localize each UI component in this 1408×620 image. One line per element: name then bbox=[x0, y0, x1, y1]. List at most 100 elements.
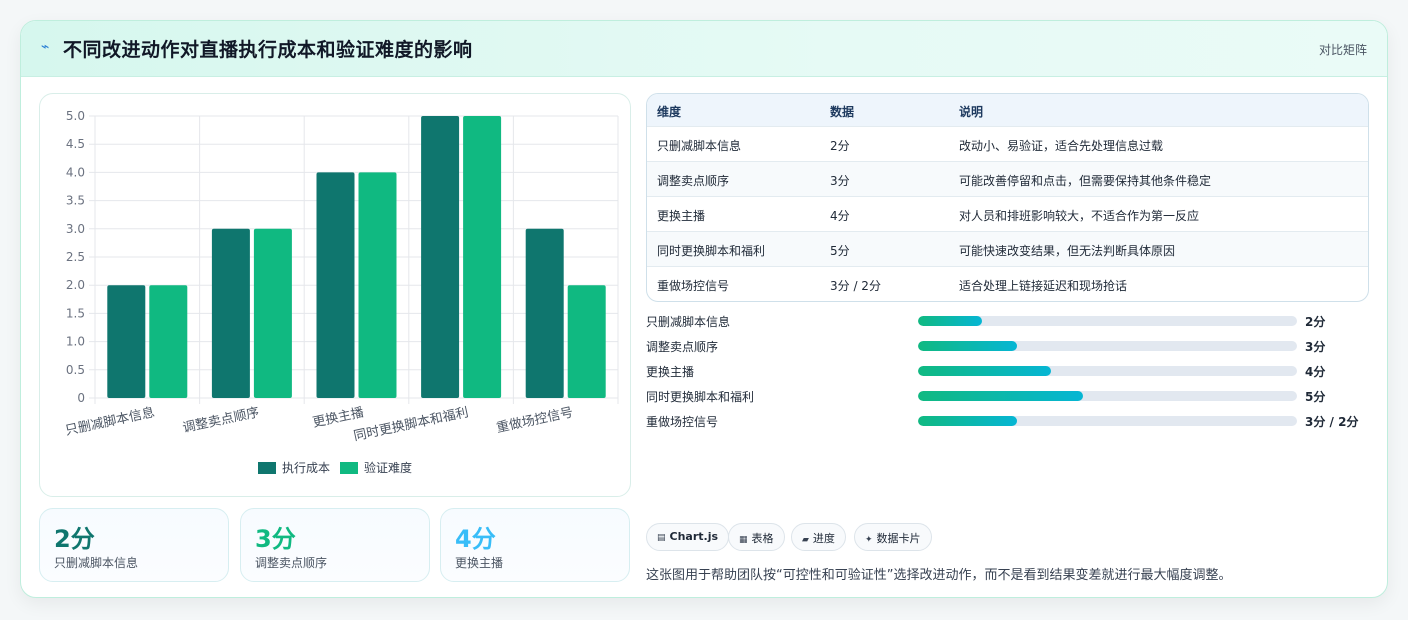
progress-value: 2分 bbox=[1305, 315, 1326, 329]
progress-track bbox=[918, 341, 1297, 351]
bar bbox=[149, 285, 188, 398]
chip-label: 进度 bbox=[812, 532, 835, 545]
x-tick-label: 只删减脚本信息 bbox=[64, 404, 156, 439]
chart-icon: ▤ bbox=[657, 533, 666, 543]
y-tick-label: 3.5 bbox=[66, 194, 85, 208]
footnote: 这张图用于帮助团队按“可控性和可验证性”选择改进动作，而不是看到结果变差就进行最… bbox=[646, 568, 1232, 583]
card-header: ⌁ 不同改进动作对直播执行成本和验证难度的影响 对比矩阵 bbox=[21, 21, 1387, 77]
chip-label: Chart.js bbox=[669, 530, 719, 543]
y-tick-label: 0 bbox=[77, 391, 85, 405]
table-row: 同时更换脚本和福利 5分 可能快速改变结果，但无法判断具体原因 bbox=[647, 232, 1368, 267]
bar bbox=[421, 116, 460, 398]
x-tick-label: 同时更换脚本和福利 bbox=[352, 404, 470, 444]
table-cell: 3分 bbox=[830, 174, 850, 188]
table-row: 调整卖点顺序 3分 可能改善停留和点击，但需要保持其他条件稳定 bbox=[647, 162, 1368, 197]
stat-value: 3分 bbox=[255, 525, 296, 553]
progress-row: 只删减脚本信息 2分 bbox=[646, 311, 1369, 331]
progress-label: 调整卖点顺序 bbox=[646, 340, 719, 354]
table-header-cell: 数据 bbox=[830, 105, 855, 119]
y-tick-label: 4.0 bbox=[66, 165, 85, 179]
chip-chartjs[interactable]: ▤ Chart.js bbox=[646, 523, 730, 551]
x-tick-label: 重做场控信号 bbox=[495, 404, 575, 436]
progress-fill bbox=[918, 391, 1083, 401]
chip-progress[interactable]: ▰ 进度 bbox=[791, 523, 846, 551]
bar bbox=[253, 228, 292, 398]
y-tick-label: 2.5 bbox=[66, 250, 85, 264]
table-row: 只删减脚本信息 2分 改动小、易验证，适合先处理信息过载 bbox=[647, 127, 1368, 162]
x-tick-label: 更换主播 bbox=[311, 405, 365, 430]
table-cell: 同时更换脚本和福利 bbox=[657, 244, 766, 258]
progress-fill bbox=[918, 366, 1051, 376]
table-cell: 3分 / 2分 bbox=[830, 279, 881, 293]
progress-value: 4分 bbox=[1305, 365, 1326, 379]
page-title: 不同改进动作对直播执行成本和验证难度的影响 bbox=[63, 39, 473, 61]
sparkle-icon: ✦ bbox=[865, 535, 873, 545]
chip-data-cards[interactable]: ✦ 数据卡片 bbox=[854, 523, 932, 551]
dashboard-card: ⌁ 不同改进动作对直播执行成本和验证难度的影响 对比矩阵 0 0.5 1.0 1.5 2… bbox=[20, 20, 1388, 598]
legend-label: 执行成本 bbox=[282, 461, 330, 475]
bar bbox=[525, 228, 564, 398]
progress-row: 重做场控信号 3分 / 2分 bbox=[646, 411, 1369, 431]
bar bbox=[211, 228, 250, 398]
y-tick-label: 0.5 bbox=[66, 363, 85, 377]
table-row: 更换主播 4分 对人员和排班影响较大，不适合作为第一反应 bbox=[647, 197, 1368, 232]
progress-track bbox=[918, 416, 1297, 426]
table-cell: 只删减脚本信息 bbox=[657, 139, 742, 153]
table-cell: 更换主播 bbox=[657, 209, 706, 223]
stat-value: 2分 bbox=[54, 525, 95, 553]
stat-label: 更换主播 bbox=[455, 556, 504, 570]
table-cell: 可能改善停留和点击，但需要保持其他条件稳定 bbox=[959, 174, 1212, 188]
legend-swatch bbox=[258, 462, 276, 474]
table-header-cell: 维度 bbox=[657, 105, 682, 119]
stat-card-3: 4分 更换主播 bbox=[440, 508, 630, 582]
progress-icon: ▰ bbox=[802, 535, 809, 545]
progress-value: 3分 bbox=[1305, 340, 1326, 354]
progress-fill bbox=[918, 416, 1017, 426]
table-icon: ▦ bbox=[739, 535, 748, 545]
table-header-cell: 说明 bbox=[959, 105, 984, 119]
y-tick-label: 2.0 bbox=[66, 278, 85, 292]
table-cell: 适合处理上链接延迟和现场抢话 bbox=[959, 279, 1128, 293]
progress-value: 5分 bbox=[1305, 390, 1326, 404]
bar bbox=[358, 172, 397, 398]
progress-label: 同时更换脚本和福利 bbox=[646, 390, 755, 404]
table-cell: 5分 bbox=[830, 244, 850, 258]
chip-label: 数据卡片 bbox=[876, 532, 921, 545]
progress-row: 同时更换脚本和福利 5分 bbox=[646, 386, 1369, 406]
progress-fill bbox=[918, 341, 1017, 351]
progress-value: 3分 / 2分 bbox=[1305, 415, 1359, 429]
y-tick-label: 4.5 bbox=[66, 137, 85, 151]
y-tick-label: 1.0 bbox=[66, 335, 85, 349]
table-cell: 调整卖点顺序 bbox=[657, 174, 730, 188]
bar bbox=[567, 285, 606, 398]
stat-value: 4分 bbox=[455, 525, 496, 553]
chip-table[interactable]: ▦ 表格 bbox=[728, 523, 785, 551]
legend-swatch bbox=[340, 462, 358, 474]
stat-card-1: 2分 只删减脚本信息 bbox=[39, 508, 229, 582]
chip-label: 表格 bbox=[751, 532, 774, 545]
progress-label: 只删减脚本信息 bbox=[646, 315, 731, 329]
lightning-icon: ⌁ bbox=[41, 39, 50, 55]
progress-track bbox=[918, 316, 1297, 326]
table-cell: 对人员和排班影响较大，不适合作为第一反应 bbox=[959, 209, 1200, 223]
bar bbox=[316, 172, 355, 398]
data-table: 维度 数据 说明 只删减脚本信息 2分 改动小、易验证，适合先处理信息过载 调整… bbox=[646, 93, 1369, 302]
bar-chart: 0 0.5 1.0 1.5 2.0 2.5 3.0 3.5 4.0 4.5 5.0 只删减脚本信息 调整… bbox=[64, 109, 619, 475]
stat-label: 调整卖点顺序 bbox=[255, 556, 328, 570]
progress-label: 重做场控信号 bbox=[646, 415, 719, 429]
progress-row: 更换主播 4分 bbox=[646, 361, 1369, 381]
table-cell: 2分 bbox=[830, 139, 850, 153]
table-cell: 可能快速改变结果，但无法判断具体原因 bbox=[959, 244, 1176, 258]
progress-label: 更换主播 bbox=[646, 365, 695, 379]
y-tick-label: 5.0 bbox=[66, 109, 85, 123]
progress-track bbox=[918, 366, 1297, 376]
y-tick-label: 1.5 bbox=[66, 306, 85, 320]
table-row: 重做场控信号 3分 / 2分 适合处理上链接延迟和现场抢话 bbox=[647, 267, 1368, 301]
bar-chart-panel: 0 0.5 1.0 1.5 2.0 2.5 3.0 3.5 4.0 4.5 5.0 只删减脚本信息 调整… bbox=[39, 93, 631, 497]
table-cell: 4分 bbox=[830, 209, 850, 223]
stat-label: 只删减脚本信息 bbox=[54, 556, 139, 570]
view-tag: 对比矩阵 bbox=[1318, 43, 1367, 57]
stat-card-2: 3分 调整卖点顺序 bbox=[240, 508, 430, 582]
progress-row: 调整卖点顺序 3分 bbox=[646, 336, 1369, 356]
table-cell: 重做场控信号 bbox=[657, 279, 730, 293]
